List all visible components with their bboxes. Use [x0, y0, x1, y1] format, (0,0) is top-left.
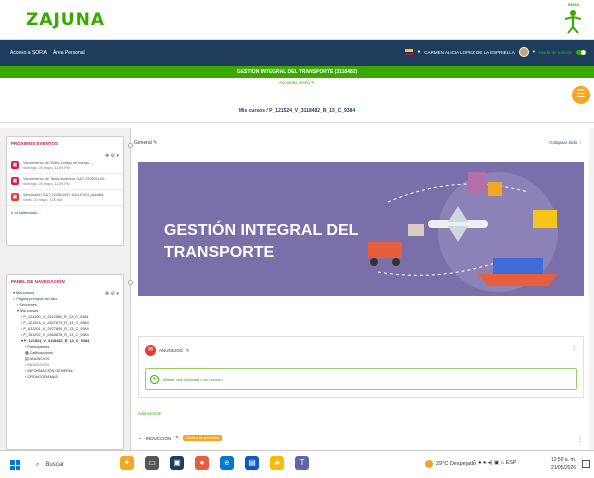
action-menu-link[interactable]: Acciones menú ✎ — [0, 80, 594, 86]
hidden-badge: Oculto a los aprendices — [183, 435, 223, 441]
sidebar: PRÓXIMOS EVENTOS ✥ ⚙ ▾ ▣ Vencimiento de … — [0, 128, 130, 450]
divider — [0, 122, 594, 123]
breadcrumb[interactable]: Mis cursos / P_121524_V_3118482_R_13_C_9… — [0, 108, 594, 114]
scrollbar[interactable] — [589, 128, 594, 450]
event-icon: ▣ — [11, 193, 19, 201]
app-icon[interactable]: ▣ — [170, 456, 184, 470]
sena-logo-icon — [564, 10, 582, 34]
edit-icon[interactable]: ✎ — [186, 348, 190, 354]
file-explorer-icon[interactable]: ▤ — [245, 456, 259, 470]
sun-icon — [425, 460, 433, 468]
teams-icon[interactable]: T — [295, 456, 309, 470]
personal-area-link[interactable]: Área Personal — [53, 50, 85, 56]
announcements-card: ✉ ANUNCIOS ✎ ⋮ + Añadir una actividad o … — [138, 336, 584, 398]
section-marker-icon — [128, 143, 133, 148]
zajuna-logo[interactable]: ZAJUNA — [26, 10, 105, 30]
announcements-row[interactable]: ✉ ANUNCIOS ✎ — [139, 337, 583, 364]
course-banner: GESTIÓN INTEGRAL DEL TRANSPORTE — [138, 162, 584, 296]
folder-icon[interactable]: ▰ — [270, 456, 284, 470]
logo-bar: ZAJUNA SENA — [0, 0, 594, 40]
plus-icon: + — [150, 374, 159, 384]
course-title: GESTION INTEGRAL DEL TRANSPORTE (3118482… — [0, 66, 594, 78]
add-section-link[interactable]: Add section — [138, 411, 162, 416]
chevron-down-icon: ⌄ — [138, 435, 142, 440]
sofia-link[interactable]: Acceso a SOFIA — [10, 50, 47, 56]
banner-title: GESTIÓN INTEGRAL DEL TRANSPORTE — [164, 222, 359, 261]
taskbar-search[interactable]: ⌕ Buscar — [30, 456, 110, 474]
forum-icon: ✉ — [145, 345, 156, 356]
navigation-title: PANEL DE NAVEGACIÓN — [11, 279, 65, 284]
taskbar: ⌕ Buscar ✦ ▭ ▣ ● e ▤ ▰ T 29°C Despejado ⌃… — [0, 450, 594, 478]
avatar[interactable] — [518, 47, 529, 57]
section-marker-icon — [128, 280, 133, 285]
edge-browser-icon[interactable]: e — [220, 456, 234, 470]
nav-item[interactable]: › CRONOGRAMAS — [13, 374, 117, 380]
clock[interactable]: 12:50 a. m. 21/05/2026 — [551, 456, 576, 472]
language-flag-icon[interactable] — [405, 49, 414, 55]
edit-mode-label: Modo de edición — [538, 49, 572, 55]
edit-icon: ✎ — [175, 435, 180, 440]
bell-icon[interactable]: ● — [417, 49, 420, 55]
section-general-heading[interactable]: General ✎ — [134, 140, 157, 146]
system-tray[interactable]: ⌃ ● ● ◂) ▣ ⌂ ESP — [472, 460, 517, 466]
app-icon[interactable]: ● — [195, 456, 209, 470]
upcoming-events-title: PRÓXIMOS EVENTOS — [11, 141, 58, 146]
event-icon: ▣ — [11, 177, 19, 185]
task-view-icon[interactable]: ▭ — [145, 456, 159, 470]
announcements-label[interactable]: ANUNCIOS — [159, 348, 183, 353]
user-name[interactable]: CARMEN ALICIA LOPEZ DE LA ESPRIELLA — [424, 50, 514, 55]
navigation-block: PANEL DE NAVEGACIÓN ✥ ⚙ ▾ ▾ Mis cursos ⌂… — [6, 274, 124, 450]
content-divider — [130, 128, 131, 450]
windows-start-icon[interactable] — [10, 460, 20, 470]
list-item[interactable]: ▣ Simulación GA7-220501097-AA4-EV01 plan… — [7, 190, 123, 206]
top-navbar: Acceso a SOFIA Área Personal ● CARMEN AL… — [0, 40, 594, 66]
navigation-tree: ▾ Mis cursos ⌂ Página principal del siti… — [7, 288, 123, 382]
add-activity-button[interactable]: + Añadir una actividad o un recurso — [145, 368, 577, 390]
widgets-icon[interactable]: ✦ — [120, 456, 134, 470]
chevron-down-icon[interactable]: ▾ — [533, 49, 535, 55]
event-icon: ▣ — [11, 161, 19, 169]
weather-widget[interactable]: 29°C Despejado — [425, 460, 476, 468]
upcoming-events-block: PRÓXIMOS EVENTOS ✥ ⚙ ▾ ▣ Vencimiento de … — [6, 136, 124, 246]
search-icon: ⌕ — [36, 461, 40, 468]
list-item[interactable]: ▣ Vencimiento de Tabla dinámica GA7-2205… — [7, 174, 123, 190]
induction-section-heading[interactable]: ⌄ INDUCCIÓN ✎ Oculto a los aprendices — [138, 435, 223, 441]
block-settings-icon[interactable]: ✥ ⚙ ▾ — [105, 153, 119, 159]
edit-mode-toggle[interactable] — [576, 49, 586, 55]
calendar-link[interactable]: Ir al calendario... — [7, 206, 123, 219]
list-item[interactable]: ▣ Vencimiento de Video código de barras … — [7, 158, 123, 174]
drawer-toggle-button[interactable]: ☰ — [572, 86, 590, 104]
collapse-all-link[interactable]: Colapsar todo ⋮ — [549, 140, 583, 146]
home-icon: ⌂ — [13, 297, 16, 301]
notification-icon[interactable] — [582, 460, 590, 468]
block-settings-icon[interactable]: ✥ ⚙ ▾ — [105, 291, 119, 297]
more-options-icon[interactable]: ⋮ — [571, 345, 577, 352]
more-options-icon[interactable]: ⋮ — [577, 436, 583, 443]
